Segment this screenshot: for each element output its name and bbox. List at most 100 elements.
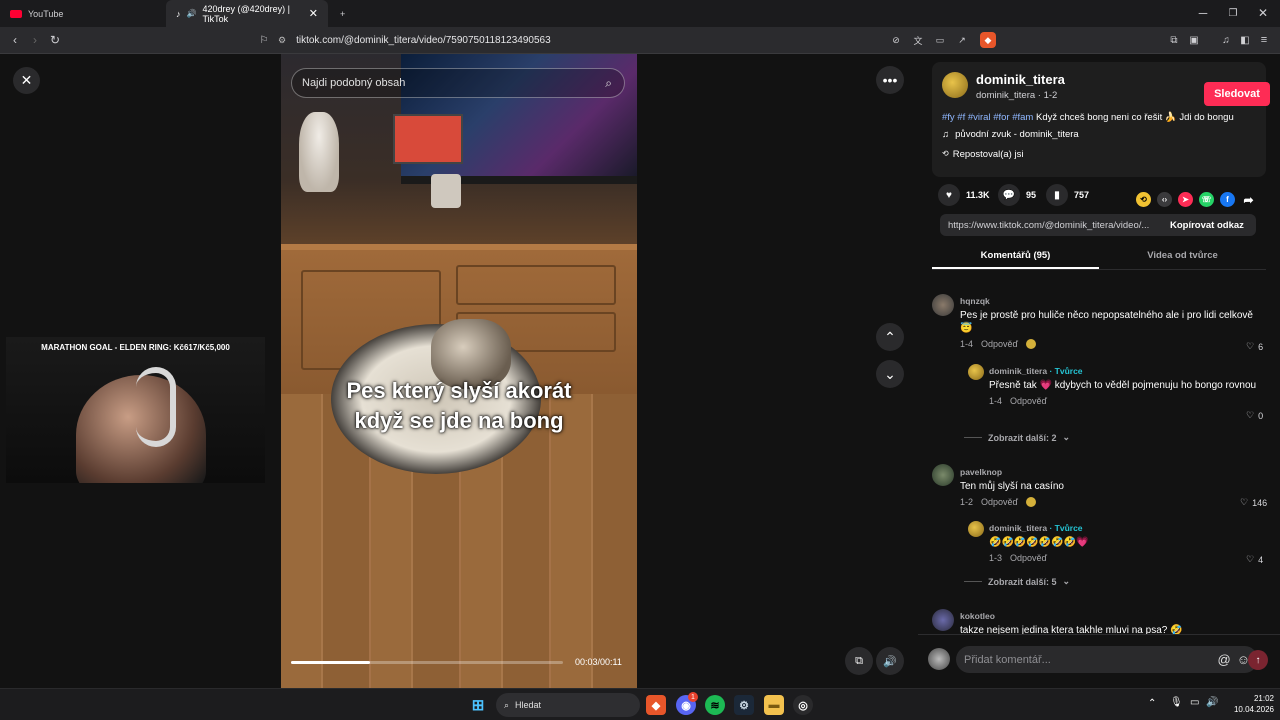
progress-bar[interactable] bbox=[291, 661, 563, 664]
tab-creator-videos[interactable]: Videa od tvůrce bbox=[1099, 244, 1266, 269]
heart-outline-icon[interactable]: ♡ bbox=[1246, 341, 1254, 352]
comment-like[interactable]: ♡ 6 bbox=[1246, 341, 1263, 352]
comment-count: 95 bbox=[1026, 190, 1037, 200]
sidebar-toggle-icon[interactable]: ◧ bbox=[1239, 34, 1251, 46]
taskbar-search[interactable]: ⌕ Hledat bbox=[496, 693, 640, 717]
clock[interactable]: 21:02 10.04.2026 bbox=[1226, 693, 1274, 715]
new-tab-button[interactable]: + bbox=[330, 0, 355, 27]
comment-like[interactable]: ♡ 146 bbox=[1240, 497, 1267, 508]
share-page-icon[interactable]: ↗ bbox=[956, 34, 968, 46]
creator-badge: · Tvůrce bbox=[1047, 366, 1083, 376]
cast-icon[interactable]: ▭ bbox=[934, 34, 946, 46]
reader-mode-icon[interactable]: ⊘ bbox=[890, 34, 902, 46]
reply-text: 🤣🤣🤣🤣🤣🤣🤣💗 bbox=[989, 537, 1089, 548]
comment-icon[interactable]: 💬 bbox=[998, 184, 1020, 206]
close-tab-icon[interactable]: ✕ bbox=[309, 7, 318, 20]
forward-icon[interactable]: › bbox=[28, 32, 42, 48]
creator-username[interactable]: dominik_titera bbox=[976, 72, 1065, 87]
network-icon[interactable]: ▭ bbox=[1190, 697, 1199, 708]
bookmark-icon[interactable]: ⚐ bbox=[258, 33, 270, 47]
minimize-icon[interactable]: ─ bbox=[1196, 6, 1210, 20]
comment-username[interactable]: pavelknop bbox=[960, 467, 1260, 477]
restore-icon[interactable]: ❐ bbox=[1226, 6, 1240, 20]
extensions-icon[interactable]: ⧉ bbox=[1168, 34, 1180, 46]
tab-comments[interactable]: Komentářů (95) bbox=[932, 244, 1099, 269]
similar-content-search[interactable]: Najdi podobný obsah ⌕ bbox=[291, 68, 625, 98]
bookmark-icon[interactable]: ▮ bbox=[1046, 184, 1068, 206]
show-more-replies[interactable]: Zobrazit další: 5 ⌄ bbox=[964, 576, 1070, 587]
media-icon[interactable]: ♫ bbox=[1220, 34, 1232, 46]
save-count: 757 bbox=[1074, 190, 1090, 200]
reply-button[interactable]: Odpověď bbox=[981, 339, 1018, 349]
search-label: Najdi podobný obsah bbox=[302, 77, 406, 89]
next-video-icon[interactable]: ⌄ bbox=[876, 360, 904, 388]
show-more-replies[interactable]: Zobrazit další: 2 ⌄ bbox=[964, 432, 1070, 443]
microphone-icon[interactable]: 🎙 bbox=[1170, 697, 1183, 708]
avatar[interactable] bbox=[968, 364, 984, 380]
whatsapp-icon[interactable]: ☏ bbox=[1199, 192, 1214, 207]
facebook-icon[interactable]: f bbox=[1220, 192, 1235, 207]
heart-outline-icon[interactable]: ♡ bbox=[1246, 410, 1254, 421]
file-explorer-icon[interactable]: ▬ bbox=[764, 695, 784, 715]
reply-like[interactable]: ♡ 4 bbox=[1246, 554, 1263, 565]
comment-stat[interactable]: 💬 95 bbox=[998, 184, 1036, 206]
more-share-icon[interactable]: ➦ bbox=[1241, 192, 1256, 207]
steam-icon[interactable]: ⚙ bbox=[734, 695, 754, 715]
comment-compose: Přidat komentář... @ ☺ ↑ bbox=[918, 634, 1280, 688]
reply-like[interactable]: ♡ 0 bbox=[1246, 410, 1263, 421]
embed-icon[interactable]: ‹› bbox=[1157, 192, 1172, 207]
back-icon[interactable]: ‹ bbox=[8, 32, 22, 48]
comment-input[interactable]: Přidat komentář... @ ☺ bbox=[956, 646, 1258, 673]
tab-tiktok[interactable]: ♪ 🔊 420drey (@420drey) | TikTok ✕ bbox=[166, 0, 328, 27]
brave-shield-icon[interactable]: ◆ bbox=[980, 32, 996, 48]
reply-button[interactable]: Odpověď bbox=[981, 497, 1018, 507]
avatar[interactable] bbox=[968, 521, 984, 537]
repost-share-icon[interactable]: ⟲ bbox=[1136, 192, 1151, 207]
heart-outline-icon[interactable]: ♡ bbox=[1240, 497, 1248, 508]
obs-icon[interactable]: ◎ bbox=[793, 695, 813, 715]
avatar[interactable] bbox=[932, 609, 954, 631]
comment-username[interactable]: kokotleo bbox=[960, 611, 1260, 621]
avatar[interactable] bbox=[932, 294, 954, 316]
copy-link-button[interactable]: Kopírovat odkaz bbox=[1170, 220, 1244, 231]
chevron-down-icon: ⌄ bbox=[1062, 432, 1071, 442]
previous-video-icon[interactable]: ⌃ bbox=[876, 323, 904, 351]
reload-icon[interactable]: ↻ bbox=[48, 32, 62, 48]
heart-icon[interactable]: ♥ bbox=[938, 184, 960, 206]
send-icon[interactable]: ➤ bbox=[1178, 192, 1193, 207]
site-info-icon[interactable]: ⚙ bbox=[278, 35, 286, 46]
more-options-icon[interactable]: ••• bbox=[876, 66, 904, 94]
caption-line: když se jde na bong bbox=[354, 408, 564, 433]
heart-outline-icon[interactable]: ♡ bbox=[1246, 554, 1254, 565]
mention-icon[interactable]: @ bbox=[1218, 652, 1231, 667]
like-stat[interactable]: ♥ 11.3K bbox=[938, 184, 990, 206]
tray-overflow-icon[interactable]: ⌃ bbox=[1148, 698, 1156, 709]
save-stat[interactable]: ▮ 757 bbox=[1046, 184, 1089, 206]
volume-icon[interactable]: 🔊 bbox=[876, 647, 904, 675]
comment-text: Pes je prostě pro huliče něco nepopsatel… bbox=[960, 310, 1253, 334]
volume-tray-icon[interactable]: 🔊 bbox=[1206, 697, 1218, 708]
tab-youtube[interactable]: YouTube bbox=[0, 0, 165, 27]
avatar[interactable] bbox=[932, 464, 954, 486]
reply-username[interactable]: dominik_titera bbox=[989, 523, 1047, 533]
sound-row[interactable]: ♫ původní zvuk - dominik_titera bbox=[942, 129, 1079, 140]
reply-button[interactable]: Odpověď bbox=[1010, 396, 1047, 406]
follow-button[interactable]: Sledovat bbox=[1204, 82, 1270, 106]
brave-icon[interactable]: ◆ bbox=[646, 695, 666, 715]
creator-avatar[interactable] bbox=[942, 72, 968, 98]
spotify-icon[interactable]: ≋ bbox=[705, 695, 725, 715]
comment-like-count: 6 bbox=[1258, 341, 1264, 352]
mini-player-icon[interactable]: ⧉ bbox=[845, 647, 873, 675]
window-close-icon[interactable]: ✕ bbox=[1256, 6, 1270, 20]
reply-button[interactable]: Odpověď bbox=[1010, 553, 1047, 563]
translate-icon[interactable]: 文 bbox=[912, 34, 924, 46]
video-player[interactable]: Najdi podobný obsah ⌕ Pes který slyší ak… bbox=[281, 54, 637, 688]
comment-username[interactable]: hqnzqk bbox=[960, 296, 1260, 306]
wallet-icon[interactable]: ▣ bbox=[1188, 34, 1200, 46]
menu-icon[interactable]: ≡ bbox=[1258, 34, 1270, 46]
start-icon[interactable]: ⊞ bbox=[468, 695, 488, 715]
send-comment-button[interactable]: ↑ bbox=[1248, 650, 1268, 670]
reply-username[interactable]: dominik_titera bbox=[989, 366, 1047, 376]
close-icon[interactable]: ✕ bbox=[13, 67, 40, 94]
hashtags[interactable]: #fy #f #viral #for #fam bbox=[942, 112, 1033, 123]
